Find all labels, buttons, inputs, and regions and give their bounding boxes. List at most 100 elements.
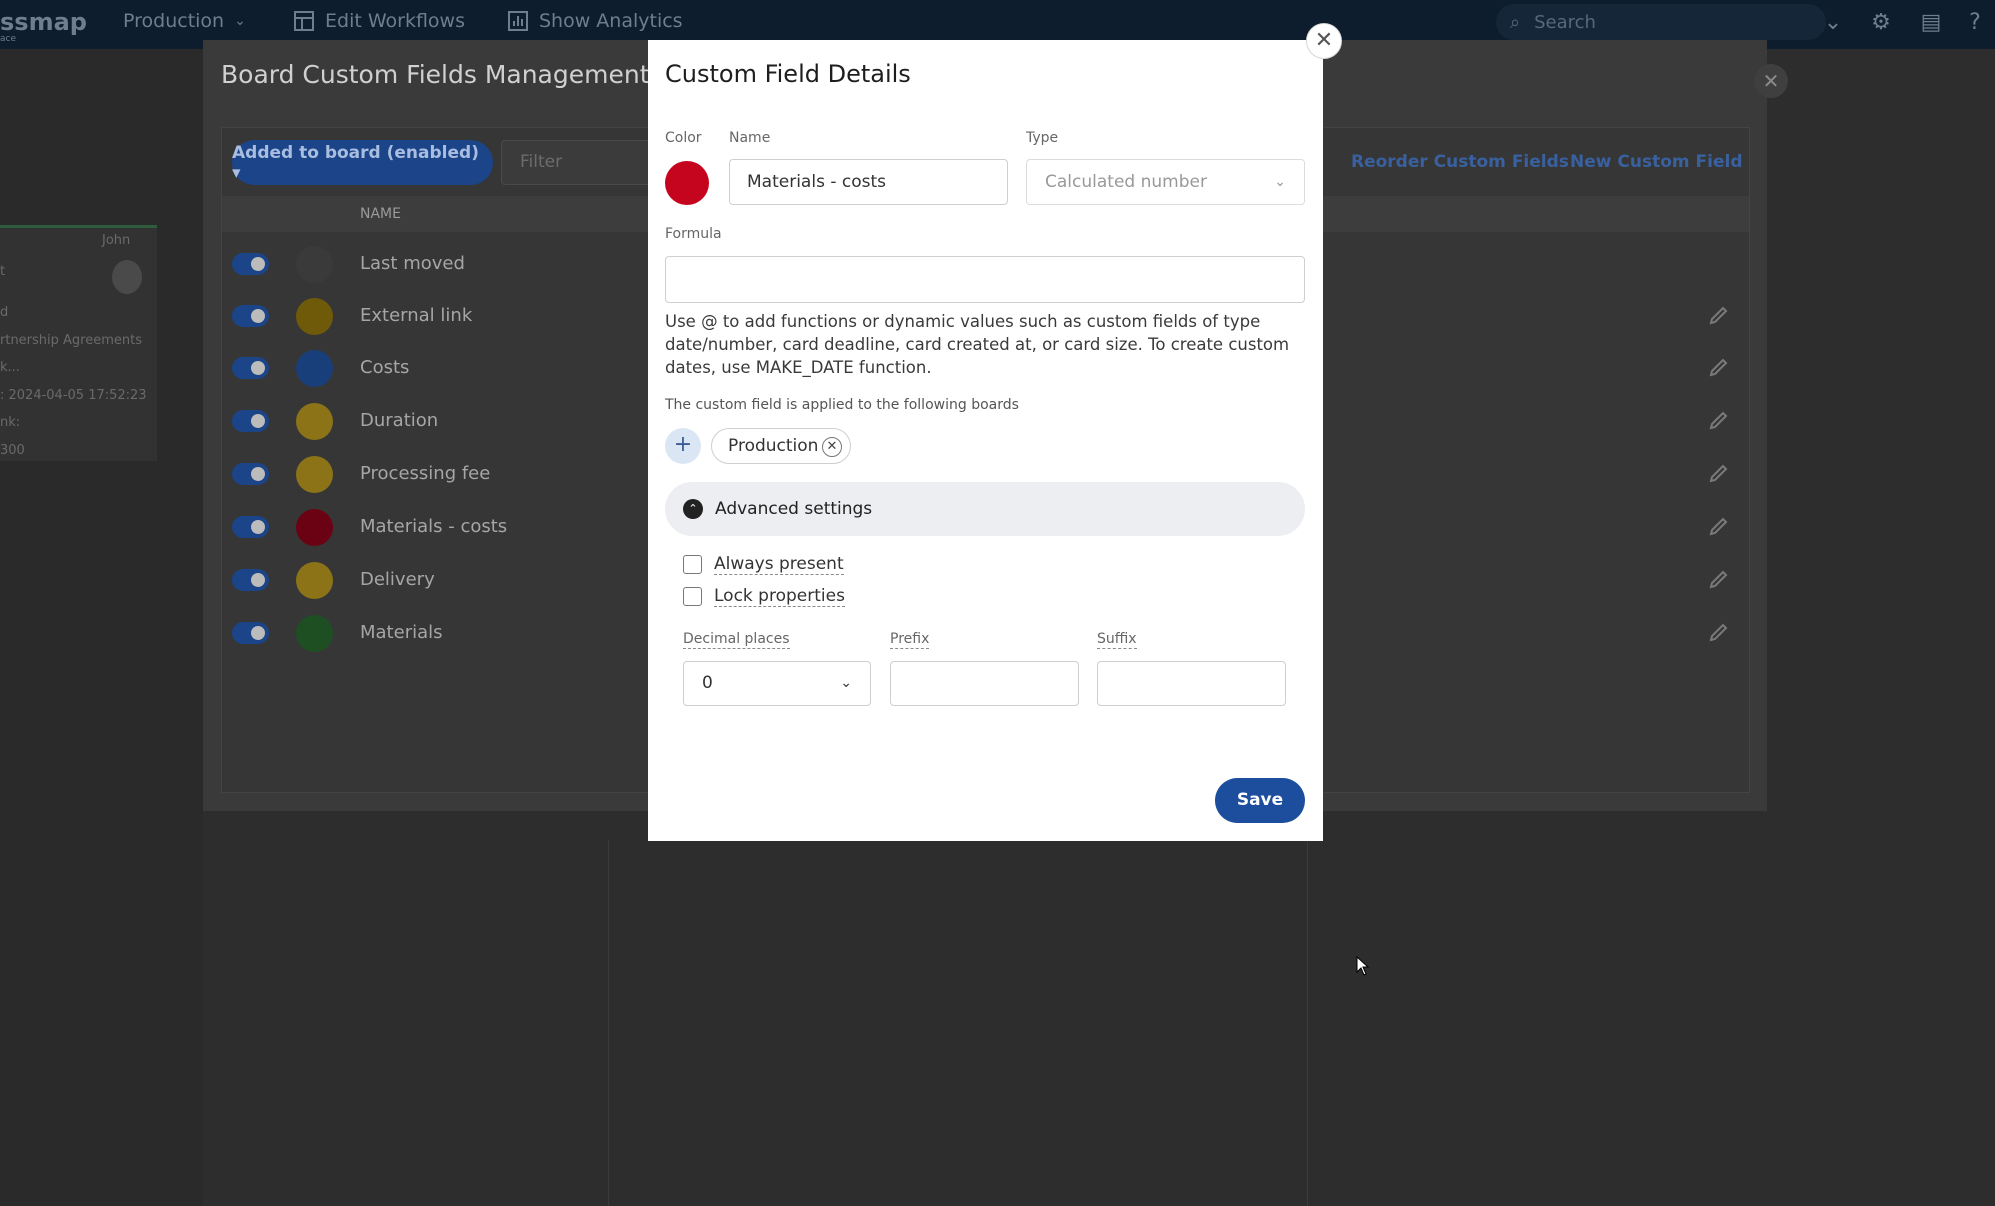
- remove-board-icon[interactable]: ✕: [822, 437, 842, 457]
- enabled-toggle[interactable]: [232, 569, 269, 591]
- decimal-places-value: 0: [702, 673, 713, 693]
- advanced-settings-toggle[interactable]: ⌃ Advanced settings: [665, 482, 1305, 536]
- prefix-label: Prefix: [890, 631, 930, 649]
- field-color-dot: [296, 456, 333, 493]
- edit-workflows-button[interactable]: Edit Workflows: [293, 10, 465, 32]
- field-color-dot: [296, 509, 333, 546]
- chevron-down-icon[interactable]: ⌄: [1820, 10, 1846, 36]
- chevron-down-icon: ⌄: [1274, 174, 1286, 190]
- field-color-dot: [296, 615, 333, 652]
- added-to-board-dropdown[interactable]: Added to board (enabled) ▾: [232, 140, 493, 185]
- new-custom-field-link[interactable]: New Custom Field: [1570, 152, 1742, 172]
- field-name: Duration: [360, 410, 439, 431]
- type-value: Calculated number: [1045, 172, 1207, 192]
- board-column: [608, 840, 1308, 1206]
- enabled-toggle[interactable]: [232, 253, 269, 275]
- gear-icon[interactable]: ⚙: [1868, 10, 1894, 36]
- pencil-icon[interactable]: [1708, 462, 1730, 484]
- logo-text: ssmap: [0, 8, 87, 36]
- search-icon: ⌕: [1510, 11, 1521, 33]
- enabled-toggle[interactable]: [232, 305, 269, 327]
- board-background: [0, 49, 203, 1206]
- field-name: Materials: [360, 622, 443, 643]
- suffix-label: Suffix: [1097, 631, 1137, 649]
- name-input[interactable]: Materials - costs: [729, 159, 1008, 205]
- always-present-option: Always present: [683, 554, 844, 575]
- type-select[interactable]: Calculated number ⌄: [1026, 159, 1305, 205]
- card-text: d: [0, 305, 9, 320]
- app-logo[interactable]: ssmap ace: [0, 8, 87, 44]
- help-icon[interactable]: ?: [1962, 10, 1988, 36]
- board-chip: Production ✕: [711, 428, 851, 464]
- pencil-icon[interactable]: [1708, 568, 1730, 590]
- field-color-dot: [296, 562, 333, 599]
- close-icon[interactable]: ✕: [1306, 23, 1342, 59]
- prefix-input[interactable]: [890, 661, 1079, 706]
- always-present-checkbox[interactable]: [683, 555, 702, 574]
- always-present-label: Always present: [714, 554, 844, 575]
- card-text: nk:: [0, 415, 21, 430]
- custom-field-details-modal: Custom Field Details Color Name Material…: [648, 40, 1323, 841]
- enabled-toggle[interactable]: [232, 516, 269, 538]
- close-icon[interactable]: ✕: [1754, 64, 1788, 98]
- field-name: Processing fee: [360, 463, 491, 484]
- lock-properties-label: Lock properties: [714, 586, 845, 607]
- field-color-dot: [296, 298, 333, 335]
- advanced-settings-label: Advanced settings: [715, 499, 873, 519]
- field-name: Last moved: [360, 253, 465, 274]
- field-name: Costs: [360, 357, 410, 378]
- formula-label: Formula: [665, 226, 722, 242]
- board-switcher-label: Production: [123, 10, 225, 32]
- add-board-button[interactable]: +: [665, 428, 701, 464]
- color-picker[interactable]: [665, 161, 709, 205]
- field-name: Delivery: [360, 569, 435, 590]
- field-color-dot: [296, 403, 333, 440]
- formula-help-text: Use @ to add functions or dynamic values…: [665, 312, 1290, 377]
- search-input[interactable]: ⌕ Search: [1496, 4, 1826, 40]
- pencil-icon[interactable]: [1708, 515, 1730, 537]
- column-header-name: NAME: [360, 206, 401, 222]
- board-switcher[interactable]: Production ⌄: [123, 10, 246, 32]
- pencil-icon[interactable]: [1708, 304, 1730, 326]
- chevron-down-icon: ⌄: [840, 675, 852, 691]
- board-card[interactable]: John t d rtnership Agreements k... : 202…: [0, 225, 157, 461]
- type-label: Type: [1026, 130, 1059, 146]
- lock-properties-checkbox[interactable]: [683, 587, 702, 606]
- pencil-icon[interactable]: [1708, 409, 1730, 431]
- enabled-toggle[interactable]: [232, 463, 269, 485]
- show-analytics-button[interactable]: Show Analytics: [507, 10, 683, 32]
- chevron-down-icon: ⌄: [234, 13, 246, 29]
- field-color-dot: [296, 350, 333, 387]
- field-color-dot: [296, 246, 333, 283]
- chevron-up-icon: ⌃: [683, 499, 703, 519]
- field-name: Materials - costs: [360, 516, 508, 537]
- field-name: External link: [360, 305, 473, 326]
- enabled-toggle[interactable]: [232, 622, 269, 644]
- search-placeholder: Search: [1534, 11, 1596, 33]
- applied-boards-label: The custom field is applied to the follo…: [665, 397, 1019, 413]
- color-label: Color: [665, 130, 702, 146]
- decimal-places-select[interactable]: 0 ⌄: [683, 661, 871, 706]
- clipboard-icon[interactable]: ▤: [1918, 10, 1944, 36]
- edit-workflows-label: Edit Workflows: [325, 10, 465, 32]
- pencil-icon[interactable]: [1708, 356, 1730, 378]
- enabled-toggle[interactable]: [232, 410, 269, 432]
- enabled-toggle[interactable]: [232, 357, 269, 379]
- pencil-icon[interactable]: [1708, 621, 1730, 643]
- board-chip-label: Production: [728, 436, 819, 456]
- card-user: John: [102, 233, 131, 248]
- logo-subtext: ace: [0, 34, 17, 44]
- suffix-input[interactable]: [1097, 661, 1286, 706]
- card-text: k...: [0, 360, 20, 375]
- panel-title: Board Custom Fields Management: [221, 60, 650, 89]
- card-text: : 2024-04-05 17:52:23: [0, 388, 147, 403]
- avatar: [112, 260, 142, 294]
- decimal-places-label: Decimal places: [683, 631, 790, 649]
- formula-input[interactable]: [665, 256, 1305, 303]
- modal-title: Custom Field Details: [665, 60, 911, 88]
- card-text: rtnership Agreements: [0, 333, 143, 348]
- reorder-custom-fields-link[interactable]: Reorder Custom Fields: [1351, 152, 1569, 172]
- save-button[interactable]: Save: [1215, 778, 1305, 823]
- show-analytics-label: Show Analytics: [539, 10, 683, 32]
- lock-properties-option: Lock properties: [683, 586, 845, 607]
